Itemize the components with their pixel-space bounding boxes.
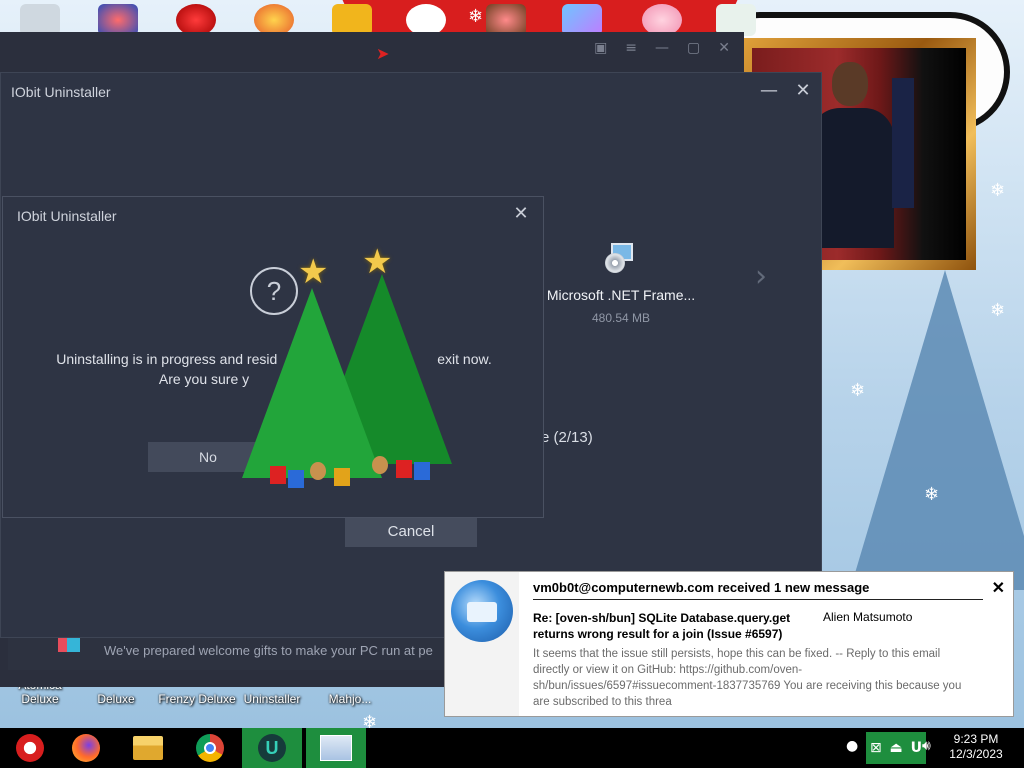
network-warning-icon[interactable]: ⊠: [870, 740, 882, 756]
desktop-icon-label-line: Deluxe: [21, 692, 59, 706]
email-notification[interactable]: vm0b0t@computernewb.com received 1 new m…: [444, 571, 1014, 717]
minimize-icon[interactable]: —: [655, 40, 669, 56]
volume-icon[interactable]: 🔊︎: [922, 738, 931, 754]
clock-time: 9:23 PM: [953, 732, 999, 746]
iobit-uninstaller-icon: U: [258, 734, 286, 762]
photo-person-body: [810, 108, 894, 248]
notification-logo-area: [445, 572, 519, 716]
star-icon: ★: [298, 252, 329, 292]
usb-icon[interactable]: ⏏: [890, 740, 903, 756]
gift-box-icon: [414, 462, 430, 480]
dotnet-installer-icon: [605, 243, 637, 275]
close-icon[interactable]: ✕: [718, 40, 730, 56]
chevron-right-icon[interactable]: ›: [755, 259, 767, 294]
clock[interactable]: 9:23 PM 12/3/2023: [946, 732, 1006, 762]
uninstall-progress-text: e (2/13): [541, 429, 593, 446]
taskbar-control-panel[interactable]: [306, 728, 366, 768]
control-panel-icon: [320, 735, 352, 761]
desktop-icon-label[interactable]: Deluxe: [76, 692, 156, 706]
christmas-tree-icon: [242, 288, 382, 478]
taskbar: U ● ⊠ ⏏ U 🔊︎ 9:23 PM 12/3/2023: [0, 728, 1024, 768]
dialog-title: IObit Uninstaller: [17, 208, 117, 224]
tray-icons-group[interactable]: ⊠ ⏏ U: [866, 732, 926, 764]
desktop-icon-label[interactable]: Frenzy Deluxe: [154, 692, 240, 706]
cursor-icon: ➤: [376, 44, 390, 63]
gift-box-icon: [334, 468, 350, 486]
star-icon: ★: [362, 242, 393, 282]
maximize-icon[interactable]: ▢: [687, 40, 700, 56]
snowflake-icon: ❄: [990, 300, 1006, 321]
snowflake-icon: ❄: [924, 484, 940, 505]
start-button[interactable]: [0, 728, 60, 768]
notification-subject: Re: [oven-sh/bun] SQLite Database.query.…: [533, 611, 791, 641]
thunderbird-icon: [451, 580, 513, 642]
teddy-bear-icon: [310, 462, 326, 480]
snowflake-icon: ❄: [990, 180, 1006, 201]
window-title: IObit Uninstaller: [11, 84, 111, 100]
desktop-icon-label[interactable]: Mahjo...: [310, 692, 390, 706]
background-window-titlebar: ▣ ≡ — ▢ ✕: [0, 32, 744, 64]
gift-icon: [58, 638, 80, 652]
file-explorer-icon: [133, 736, 163, 760]
snowflake-icon: ❄: [850, 380, 866, 401]
snowflake-icon: ❄: [468, 6, 484, 27]
dialog-close-icon[interactable]: ✕: [509, 203, 533, 224]
snowflake-icon: ❄: [362, 712, 378, 728]
taskbar-file-explorer[interactable]: [118, 728, 178, 768]
app-name: Microsoft .NET Frame...: [546, 287, 696, 303]
desktop-icon-label[interactable]: Uninstaller: [232, 692, 312, 706]
promo-text: We've prepared welcome gifts to make you…: [104, 642, 433, 658]
app-card: Microsoft .NET Frame... 480.54 MB: [539, 243, 703, 325]
gift-box-icon: [288, 470, 304, 488]
gift-box-icon: [396, 460, 412, 478]
santa-start-icon: [16, 734, 44, 762]
taskbar-firefox[interactable]: [56, 728, 116, 768]
menu-icon[interactable]: ≡: [625, 40, 637, 56]
iobit-tray-icon[interactable]: U: [911, 740, 922, 756]
gift-icon[interactable]: ▣: [594, 40, 607, 56]
close-icon[interactable]: ✕: [992, 578, 1005, 598]
cancel-button[interactable]: Cancel: [345, 515, 477, 547]
close-button[interactable]: ✕: [789, 79, 817, 103]
christmas-trees-overlay: ★ ★: [222, 242, 482, 498]
notification-body: It seems that the issue still persists, …: [533, 648, 962, 708]
clock-date: 12/3/2023: [949, 747, 1003, 761]
notification-dot-icon[interactable]: ●: [846, 738, 858, 754]
app-size: 480.54 MB: [591, 311, 651, 325]
gift-box-icon: [270, 466, 286, 484]
notification-header: vm0b0t@computernewb.com received 1 new m…: [533, 580, 983, 600]
teddy-bear-icon: [372, 456, 388, 474]
minimize-button[interactable]: —: [755, 79, 783, 103]
taskbar-iobit-uninstaller[interactable]: U: [242, 728, 302, 768]
firefox-icon: [72, 734, 100, 762]
chrome-icon: [196, 734, 224, 762]
notification-sender: Alien Matsumoto: [823, 610, 913, 624]
photo-person-head: [832, 62, 868, 106]
photo-flag: [892, 78, 914, 208]
taskbar-chrome[interactable]: [180, 728, 240, 768]
